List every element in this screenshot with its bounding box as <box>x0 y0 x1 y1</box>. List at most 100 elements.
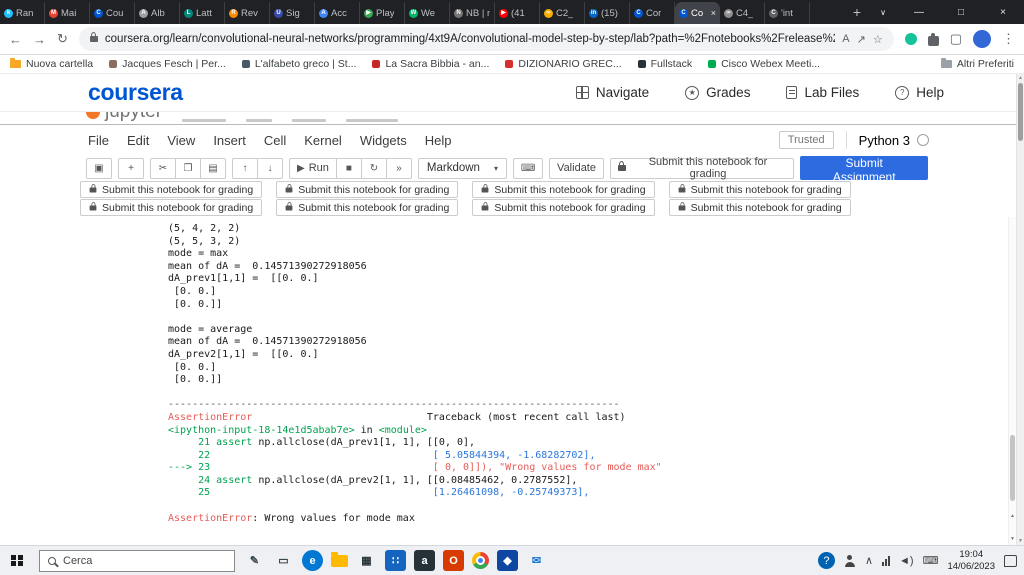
copy-button[interactable]: ❐ <box>175 157 201 179</box>
browser-tab[interactable]: C Cou <box>90 2 135 24</box>
bookmark-item[interactable]: L'alfabeto greco | St... <box>241 58 356 70</box>
browser-tab[interactable]: R Rev <box>225 2 270 24</box>
action-center-icon[interactable] <box>1004 554 1017 567</box>
add-cell-button[interactable]: + <box>118 157 144 179</box>
menu-widgets[interactable]: Widgets <box>351 129 416 152</box>
browser-tab[interactable]: U Sig <box>270 2 315 24</box>
bookmark-item[interactable]: Cisco Webex Meeti... <box>708 58 820 70</box>
menu-cell[interactable]: Cell <box>255 129 295 152</box>
nav-grades[interactable]: ★ Grades <box>685 85 750 100</box>
taskbar-icon-chrome[interactable] <box>472 552 489 569</box>
taskbar-icon-office-app[interactable]: O <box>443 550 464 571</box>
stop-button[interactable]: ■ <box>335 157 362 179</box>
taskbar-icon-bank-app[interactable]: ▦ <box>356 550 377 571</box>
window-maximize-button[interactable]: □ <box>940 0 982 24</box>
submit-grading-button[interactable]: Submit this notebook for grading <box>668 199 851 216</box>
forward-icon[interactable]: → <box>33 32 46 47</box>
browser-tab[interactable]: ▶ (41 <box>495 2 540 24</box>
help-icon[interactable]: ? <box>817 552 835 569</box>
url-text[interactable]: coursera.org/learn/convolutional-neural-… <box>105 33 835 45</box>
browser-tab[interactable]: A Acc <box>315 2 360 24</box>
start-button[interactable] <box>4 548 30 574</box>
validate-button[interactable]: Validate <box>549 157 604 179</box>
bookmark-star-icon[interactable]: ☆ <box>873 33 883 46</box>
nav-help[interactable]: ? Help <box>895 85 944 100</box>
tray-expand-icon[interactable]: ∧ <box>865 554 873 567</box>
other-bookmarks[interactable]: Altri Preferiti <box>940 58 1014 70</box>
nav-navigate[interactable]: Navigate <box>575 85 649 100</box>
restart-kernel-button[interactable]: ↻ <box>360 157 387 179</box>
notebook-scrollbar-thumb[interactable] <box>1010 435 1015 501</box>
tab-search-chevron-icon[interactable]: ∨ <box>868 0 898 24</box>
command-palette-button[interactable]: ⌨ <box>512 157 544 179</box>
menu-kernel[interactable]: Kernel <box>295 129 351 152</box>
reload-icon[interactable]: ↻ <box>57 31 68 47</box>
bookmark-item[interactable]: Fullstack <box>637 58 692 70</box>
submit-assignment-button[interactable]: Submit Assignment <box>800 156 928 184</box>
window-minimize-button[interactable]: — <box>898 0 940 24</box>
bookmark-item[interactable]: Jacques Fesch | Per... <box>109 58 226 70</box>
menu-help[interactable]: Help <box>416 129 461 152</box>
browser-tab[interactable]: C Co × <box>675 2 720 24</box>
taskbar-search[interactable]: Cerca <box>39 549 235 572</box>
page-scrollbar-thumb[interactable] <box>1018 83 1023 141</box>
browser-tab[interactable]: ∞ C4_ <box>720 2 765 24</box>
people-icon[interactable] <box>844 554 856 567</box>
browser-tab[interactable]: C'int <box>765 2 810 24</box>
coursera-logo[interactable]: coursera <box>88 79 183 106</box>
tab-close-icon[interactable]: × <box>711 8 716 18</box>
bookmark-item[interactable]: Nuova cartella <box>10 58 93 70</box>
browser-tab[interactable]: M Mai <box>45 2 90 24</box>
omnibox[interactable]: coursera.org/learn/convolutional-neural-… <box>78 27 894 51</box>
browser-tab[interactable]: k Ran <box>0 2 45 24</box>
taskbar-icon-pen[interactable]: ✎ <box>244 550 265 571</box>
taskbar-icon-navy-app[interactable]: ◆ <box>497 550 518 571</box>
nav-lab-files[interactable]: Lab Files <box>786 85 859 100</box>
back-icon[interactable]: ← <box>9 32 22 47</box>
window-close-button[interactable]: × <box>982 0 1024 24</box>
paste-button[interactable]: ▤ <box>200 157 226 179</box>
save-button[interactable]: ▣ <box>86 157 112 179</box>
browser-tab[interactable]: L Latt <box>180 2 225 24</box>
browser-tab[interactable]: A Alb <box>135 2 180 24</box>
taskbar-icon-blue-grid-app[interactable]: ∷ <box>385 550 406 571</box>
submit-grading-button[interactable]: Submit this notebook for grading <box>472 199 655 216</box>
scroll-up-icon[interactable]: ▲ <box>1009 513 1016 519</box>
cell-type-select[interactable]: Markdown ▾ <box>417 157 507 179</box>
sidebar-icon[interactable]: ▢ <box>950 31 962 47</box>
profile-avatar[interactable] <box>973 30 991 48</box>
browser-tab[interactable]: C Cor <box>630 2 675 24</box>
page-scrollbar[interactable]: ▲ ▼ <box>1016 74 1024 545</box>
browser-tab[interactable]: W We <box>405 2 450 24</box>
share-icon[interactable]: ↗ <box>857 33 866 46</box>
network-icon[interactable] <box>882 555 890 566</box>
menu-view[interactable]: View <box>158 129 204 152</box>
volume-icon[interactable]: ◄) <box>899 555 914 567</box>
touch-keyboard-icon[interactable]: ⌨ <box>923 554 939 567</box>
menu-insert[interactable]: Insert <box>204 129 255 152</box>
scroll-down-icon[interactable]: ▼ <box>1017 538 1024 544</box>
scroll-up-icon[interactable]: ▲ <box>1017 75 1024 81</box>
browser-tab[interactable]: NNB | nc <box>450 2 495 24</box>
move-down-button[interactable]: ↓ <box>257 157 283 179</box>
taskbar-icon-edge[interactable]: e <box>302 550 323 571</box>
submit-grading-button[interactable]: Submit this notebook for grading <box>276 199 459 216</box>
new-tab-button[interactable]: + <box>846 4 868 20</box>
extensions-puzzle-icon[interactable] <box>927 32 939 46</box>
taskbar-icon-mail[interactable]: ✉ <box>526 550 547 571</box>
move-up-button[interactable]: ↑ <box>232 157 258 179</box>
browser-tab[interactable]: in (15) <box>585 2 630 24</box>
browser-tab[interactable]: ▶ Play <box>360 2 405 24</box>
browser-tab[interactable]: ∞ C2_ <box>540 2 585 24</box>
taskbar-clock[interactable]: 19:04 14/06/2023 <box>947 549 995 572</box>
notebook-scrollbar[interactable]: ▲ ▼ <box>1008 217 1016 545</box>
submit-grading-button[interactable]: Submit this notebook for grading <box>276 181 459 198</box>
taskbar-icon-a-app[interactable]: a <box>414 550 435 571</box>
taskbar-icon-file-explorer[interactable] <box>331 551 348 567</box>
scroll-down-icon[interactable]: ▼ <box>1009 536 1016 542</box>
menu-file[interactable]: File <box>88 129 118 152</box>
extension-green-icon[interactable] <box>904 33 917 45</box>
bookmark-item[interactable]: La Sacra Bibbia - an... <box>372 58 489 70</box>
submit-grading-button[interactable]: Submit this notebook for grading <box>80 181 263 198</box>
taskbar-icon-tablet[interactable]: ▭ <box>273 550 294 571</box>
